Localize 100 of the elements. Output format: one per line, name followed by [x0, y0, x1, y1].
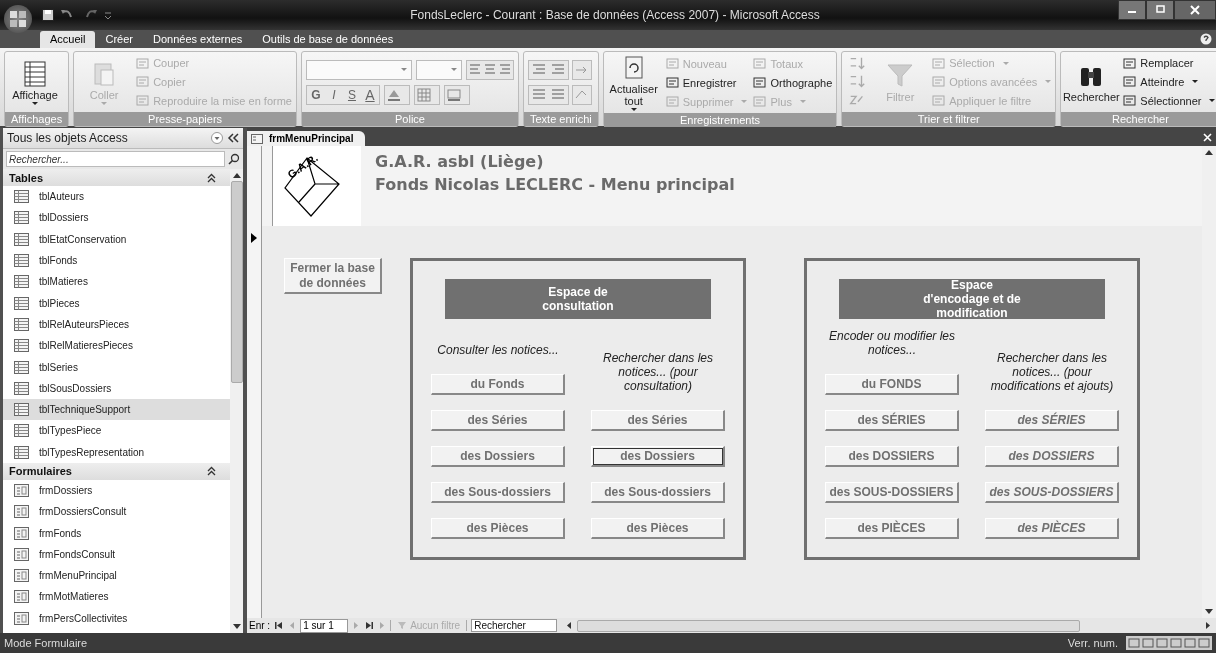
- font-name-field[interactable]: [305, 59, 412, 80]
- object-item[interactable]: frmFonds: [3, 522, 230, 544]
- object-item[interactable]: tblTypesRepresentation: [3, 441, 230, 463]
- object-item[interactable]: tblAuteurs: [3, 186, 230, 208]
- menu-button[interactable]: des DOSSIERS: [985, 446, 1119, 467]
- save-icon[interactable]: [42, 9, 54, 21]
- ribbon-button[interactable]: Atteindre: [1123, 73, 1216, 91]
- last-record-icon[interactable]: [364, 621, 375, 630]
- scroll-down-icon[interactable]: [1204, 608, 1214, 616]
- restore-button[interactable]: [1146, 0, 1174, 20]
- ribbon-button[interactable]: Affichage: [9, 59, 61, 105]
- ribbon-tab[interactable]: Outils de base de données: [252, 31, 404, 48]
- record-position-field[interactable]: 1 sur 1: [300, 618, 349, 633]
- section-header[interactable]: Tables: [3, 169, 230, 186]
- menu-button[interactable]: des Sous-dossiers: [591, 482, 725, 503]
- search-field[interactable]: Rechercher: [471, 619, 558, 632]
- menu-button[interactable]: des SÉRIES: [825, 410, 959, 431]
- object-item[interactable]: tblSeries: [3, 356, 230, 378]
- current-record-icon: [251, 233, 257, 243]
- menu-button[interactable]: des SOUS-DOSSIERS: [825, 482, 959, 503]
- search-icon[interactable]: [228, 153, 240, 165]
- object-item[interactable]: frmDossiers: [3, 479, 230, 502]
- menu-button[interactable]: des Pièces: [591, 518, 725, 539]
- format-button[interactable]: G: [306, 85, 325, 104]
- ribbon-tab[interactable]: Accueil: [40, 31, 96, 48]
- fill-color-icon[interactable]: [383, 84, 410, 105]
- column-caption: Consulter les notices...: [437, 343, 559, 357]
- scroll-up-icon[interactable]: [231, 171, 242, 179]
- object-item[interactable]: tblRelMatieresPieces: [3, 335, 230, 357]
- dropdown-icon[interactable]: [211, 132, 223, 144]
- object-item[interactable]: tblPieces: [3, 292, 230, 314]
- ribbon-button[interactable]: Remplacer: [1123, 54, 1216, 73]
- close-database-button[interactable]: Fermer la base de données: [284, 258, 382, 294]
- menu-button[interactable]: des Dossiers: [591, 446, 725, 467]
- view-switcher-icon[interactable]: [1126, 636, 1212, 650]
- menu-button[interactable]: des Séries: [431, 410, 565, 431]
- ribbon-button[interactable]: Actualiser tout: [607, 54, 660, 111]
- scroll-left-icon[interactable]: [565, 621, 574, 630]
- scrollbar[interactable]: [230, 169, 243, 633]
- scroll-up-icon[interactable]: [1204, 148, 1214, 156]
- object-item[interactable]: tblFonds: [3, 249, 230, 272]
- object-item[interactable]: tblSousDossiers: [3, 377, 230, 399]
- first-record-icon[interactable]: [274, 621, 285, 630]
- menu-button[interactable]: des PIÈCES: [985, 518, 1119, 539]
- menu-button[interactable]: des SOUS-DOSSIERS: [985, 482, 1119, 503]
- format-button[interactable]: S: [342, 85, 361, 104]
- object-item[interactable]: tblTypesPiece: [3, 420, 230, 442]
- command-icon: [1123, 75, 1137, 89]
- object-item[interactable]: frmPersCollectivites: [3, 607, 230, 629]
- ribbon-tab[interactable]: Créer: [95, 31, 143, 48]
- command-icon: [665, 57, 679, 70]
- scroll-right-icon[interactable]: [1204, 621, 1212, 630]
- close-icon[interactable]: [1203, 133, 1212, 142]
- menu-button[interactable]: des DOSSIERS: [825, 446, 959, 467]
- format-button[interactable]: I: [324, 85, 343, 104]
- form-icon: [14, 611, 29, 625]
- line-style-icon[interactable]: [443, 84, 470, 105]
- customize-icon[interactable]: [104, 9, 112, 21]
- search-field[interactable]: Rechercher...: [6, 151, 225, 167]
- status-indicator: Verr. num.: [1067, 637, 1118, 649]
- object-item[interactable]: tblRelAuteursPieces: [3, 313, 230, 336]
- ribbon-button[interactable]: Sélectionner: [1123, 91, 1216, 110]
- menu-button[interactable]: des Pièces: [431, 518, 565, 539]
- object-item[interactable]: tblEtatConservation: [3, 228, 230, 250]
- collapse-icon[interactable]: [207, 466, 216, 477]
- command-icon: [753, 76, 767, 89]
- object-item[interactable]: tblMatieres: [3, 271, 230, 293]
- format-button[interactable]: A: [360, 85, 379, 104]
- menu-button[interactable]: des Sous-dossiers: [431, 482, 565, 503]
- scrollbar[interactable]: [1202, 146, 1216, 618]
- object-item[interactable]: frmDossiersConsult: [3, 501, 230, 523]
- status-text: Mode Formulaire: [4, 637, 88, 649]
- scroll-down-icon[interactable]: [231, 623, 242, 631]
- close-button[interactable]: [1174, 0, 1216, 20]
- office-button[interactable]: [4, 5, 32, 33]
- minimize-button[interactable]: [1118, 0, 1146, 20]
- section-header[interactable]: Formulaires: [3, 462, 230, 480]
- menu-button[interactable]: des Dossiers: [431, 446, 565, 467]
- document-tab[interactable]: frmMenuPrincipal: [247, 131, 366, 146]
- menu-button[interactable]: des SÉRIES: [985, 410, 1119, 431]
- object-item[interactable]: frmMotMatieres: [3, 586, 230, 608]
- record-selector[interactable]: [247, 146, 262, 618]
- collapse-icon[interactable]: [207, 172, 216, 183]
- object-item[interactable]: tblDossiers: [3, 207, 230, 229]
- ribbon-button[interactable]: Orthographe: [753, 73, 833, 92]
- help-icon[interactable]: [1200, 33, 1212, 45]
- collapse-icon[interactable]: [227, 133, 239, 143]
- menu-button[interactable]: des PIÈCES: [825, 518, 959, 539]
- font-size-field[interactable]: [415, 59, 462, 80]
- menu-button[interactable]: du Fonds: [431, 374, 565, 395]
- object-item[interactable]: tblTechniqueSupport: [3, 398, 230, 421]
- menu-button[interactable]: du FONDS: [825, 374, 959, 395]
- object-item[interactable]: frmMenuPrincipal: [3, 565, 230, 587]
- ribbon-button[interactable]: Enregistrer: [665, 73, 748, 92]
- table-icon: [14, 403, 29, 417]
- ribbon-button[interactable]: Rechercher: [1065, 61, 1118, 103]
- menu-button[interactable]: des Séries: [591, 410, 725, 431]
- object-item[interactable]: frmFondsConsult: [3, 543, 230, 566]
- caret-icon: [1002, 61, 1009, 65]
- ribbon-tab[interactable]: Données externes: [143, 31, 253, 48]
